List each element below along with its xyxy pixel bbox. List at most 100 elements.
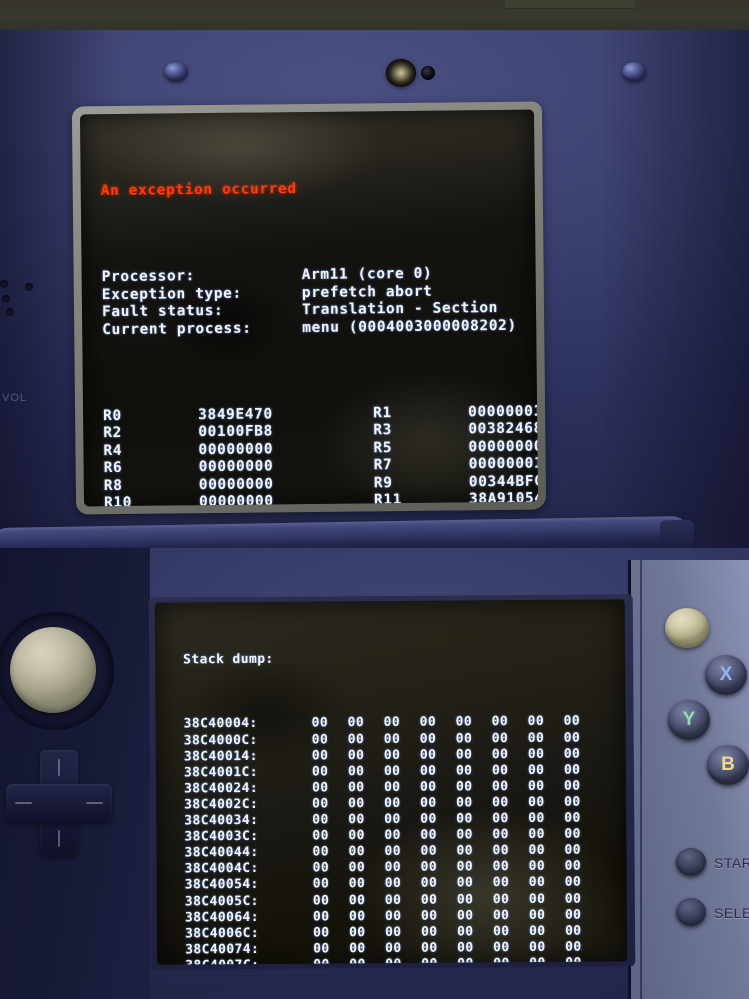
stack-dump-byte: 00 xyxy=(312,796,329,812)
exception-info-key: Fault status: xyxy=(101,302,224,321)
stack-dump-byte: 00 xyxy=(527,746,545,762)
stack-dump-byte: 00 xyxy=(564,923,582,939)
register-name: R4 xyxy=(103,442,123,459)
button-select[interactable] xyxy=(676,898,706,926)
stack-dump-address: 38C40074: xyxy=(185,941,260,958)
register-value: 00100FB8 xyxy=(198,423,274,441)
exception-title: An exception occurred xyxy=(100,181,297,200)
stack-dump-byte: 00 xyxy=(456,843,474,859)
stack-dump-byte: 00 xyxy=(420,924,438,940)
register-name: R5 xyxy=(373,439,393,456)
stack-dump-byte: 00 xyxy=(564,875,582,891)
button-start[interactable] xyxy=(676,848,706,876)
stack-dump-byte: 00 xyxy=(312,860,330,876)
stack-dump-byte: 00 xyxy=(311,732,329,748)
stack-dump-byte: 00 xyxy=(312,828,329,844)
stack-dump-byte: 00 xyxy=(455,763,473,779)
stack-dump-byte: 00 xyxy=(564,794,581,810)
register-name: R6 xyxy=(103,459,123,477)
stack-dump-byte: 00 xyxy=(565,939,582,955)
c-stick[interactable] xyxy=(665,608,709,648)
photo-of-3ds-console: VOL An exception occurred Processor: Arm1… xyxy=(0,0,749,999)
button-x[interactable]: X xyxy=(705,655,747,695)
ambient-light-sensor-icon xyxy=(421,66,435,80)
register-name: R3 xyxy=(373,422,393,439)
stack-dump-bytes: 00 00 00 00 00 00 00 00 xyxy=(313,891,601,909)
stack-dump-byte: 00 xyxy=(348,924,366,940)
circle-pad[interactable] xyxy=(10,627,96,713)
register-value: 00000000 xyxy=(198,475,274,493)
register-value: 00000000 xyxy=(198,458,274,476)
stack-dump-byte: 00 xyxy=(347,747,365,763)
stack-dump-address: 38C40034: xyxy=(184,812,259,829)
stack-dump-byte: 00 xyxy=(311,764,329,780)
stack-dump-byte: 00 xyxy=(491,762,509,779)
stack-dump-address: 38C4004C: xyxy=(184,861,259,877)
stack-dump-byte: 00 xyxy=(384,828,401,844)
register-name: R0 xyxy=(103,407,122,424)
exception-console: An exception occurred Processor: Arm11 (c… xyxy=(100,144,538,507)
stack-dump-byte: 00 xyxy=(383,747,401,763)
register-name: R10 xyxy=(103,494,133,507)
stack-dump-bytes: 00 00 00 00 00 00 00 00 xyxy=(312,778,600,796)
stack-dump-byte: 00 xyxy=(528,843,546,859)
stack-dump-byte: 00 xyxy=(348,796,365,812)
stack-dump-byte: 00 xyxy=(456,875,474,891)
stack-dump-byte: 00 xyxy=(420,876,438,892)
stack-dump-byte: 00 xyxy=(420,811,437,827)
speaker-hole xyxy=(6,308,14,316)
stack-dump-byte: 00 xyxy=(419,715,437,731)
register-name: R2 xyxy=(103,424,123,442)
stack-dump-byte: 00 xyxy=(564,907,582,923)
register-name: R7 xyxy=(373,457,393,474)
stack-dump-address: 38C4000C: xyxy=(183,732,258,749)
stack-dump-bytes: 00 00 00 00 00 00 00 00 xyxy=(312,811,600,829)
stack-dump-byte: 00 xyxy=(456,891,474,908)
stack-dump-address: 38C4006C: xyxy=(185,925,260,942)
stack-dump-byte: 00 xyxy=(528,907,546,923)
stack-dump-address: 38C40014: xyxy=(183,748,258,765)
stack-dump-byte: 00 xyxy=(527,730,545,746)
stack-dump-bytes: 00 00 00 00 00 00 00 00 xyxy=(312,714,600,732)
stack-dump-address: 38C40064: xyxy=(184,909,260,926)
stack-dump-byte: 00 xyxy=(492,875,510,891)
stack-dump-byte: 00 xyxy=(385,940,402,956)
stack-dump-address: 38C4003C: xyxy=(184,829,259,845)
stack-dump-byte: 00 xyxy=(311,780,329,796)
stack-dump-byte: 00 xyxy=(347,731,365,747)
lid-bumper-right xyxy=(622,62,646,82)
speaker-hole xyxy=(0,280,8,288)
stack-dump-bytes: 00 00 00 00 00 00 00 00 xyxy=(312,794,600,812)
stack-dump-byte: 00 xyxy=(348,844,366,860)
stack-dump-byte: 00 xyxy=(312,844,330,860)
stack-dump-byte: 00 xyxy=(348,892,366,908)
stack-dump-byte: 00 xyxy=(348,908,366,924)
stack-dump-byte: 00 xyxy=(528,810,545,827)
register-value: 00382468 xyxy=(468,420,539,438)
stack-dump-byte: 00 xyxy=(455,714,473,731)
dpad[interactable] xyxy=(6,750,112,856)
stack-dump-byte: 00 xyxy=(313,941,330,957)
stack-dump-byte: 00 xyxy=(419,731,437,747)
stack-dump-byte: 00 xyxy=(384,908,402,924)
stack-dump-bytes: 00 00 00 00 00 00 00 00 xyxy=(312,762,600,780)
button-y[interactable]: Y xyxy=(668,700,710,740)
stack-dump-byte: 00 xyxy=(455,779,473,795)
exception-info-key: Exception type: xyxy=(101,285,242,303)
bottom-touch-screen[interactable]: Stack dump: 38C40004: 00 00 00 00 00 00 00 00 38C… xyxy=(154,599,628,965)
stack-dump-bytes: 00 00 00 00 00 00 00 00 xyxy=(312,746,600,764)
stack-dump-byte: 00 xyxy=(492,907,510,923)
stack-dump-byte: 00 xyxy=(384,795,401,811)
stack-dump-bytes: 00 00 00 00 00 00 00 00 xyxy=(313,907,601,925)
stack-dump-byte: 00 xyxy=(492,795,509,811)
dpad-right-icon xyxy=(86,802,103,804)
stack-dump-byte: 00 xyxy=(420,892,438,908)
button-b[interactable]: B xyxy=(707,745,749,785)
stack-dump-byte: 00 xyxy=(384,860,402,876)
speaker-grille-left xyxy=(0,280,40,350)
stack-dump-byte: 00 xyxy=(528,875,546,891)
register-value: 00000001 xyxy=(468,455,539,473)
stack-dump-byte: 00 xyxy=(384,811,401,828)
register-value: 00344BFC xyxy=(468,473,539,490)
stack-dump-address: 38C4001C: xyxy=(183,764,259,781)
